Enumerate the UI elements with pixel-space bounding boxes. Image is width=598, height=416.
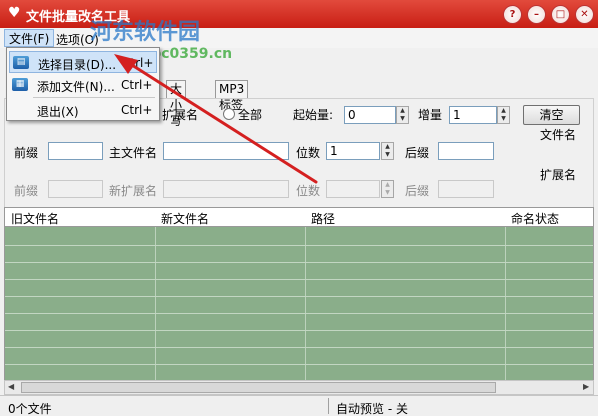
menu-item-select-directory[interactable]: ▤ 选择目录(D)... Ctrl+ [9, 51, 157, 73]
digits-spinner[interactable]: ▲ ▼ [381, 142, 394, 160]
suffix-input[interactable] [438, 142, 494, 160]
ext-suffix-input[interactable] [438, 180, 494, 198]
ext-digits-spinner[interactable]: ▲ ▼ [381, 180, 394, 198]
column-status[interactable]: 命名状态 [511, 210, 559, 227]
prefix-input[interactable] [48, 142, 103, 160]
watermark-brand: 河东软件园 [90, 20, 201, 45]
main-name-input[interactable] [163, 142, 289, 160]
ext-prefix-input[interactable] [48, 180, 103, 198]
app-heart-icon: ♥ [8, 5, 21, 21]
scrollbar-thumb[interactable] [21, 382, 496, 393]
scroll-left-icon[interactable]: ◀ [8, 382, 14, 391]
file-count: 0个文件 [8, 402, 52, 416]
tab-case[interactable]: 大小写 [166, 80, 187, 128]
minimize-button[interactable]: – [527, 5, 546, 24]
scroll-right-icon[interactable]: ▶ [583, 382, 589, 391]
menu-item-add-file[interactable]: ▦ 添加文件(N)... Ctrl+ [9, 74, 157, 96]
horizontal-scrollbar[interactable]: ◀ ▶ [4, 380, 594, 395]
digits-label: 位数 [296, 146, 321, 160]
ext-group-title: 扩展名 [540, 168, 577, 182]
file-menu-dropdown: ▤ 选择目录(D)... Ctrl+ ▦ 添加文件(N)... Ctrl+ 退出… [6, 47, 160, 121]
new-ext-label: 新扩展名 [109, 184, 158, 198]
column-old-name[interactable]: 旧文件名 [11, 210, 59, 227]
new-ext-input[interactable] [163, 180, 289, 198]
suffix-label: 后缀 [405, 146, 430, 160]
ext-digits-input[interactable] [326, 180, 380, 198]
file-list-table[interactable]: 旧文件名 新文件名 路径 命名状态 [4, 207, 594, 381]
close-button[interactable]: ✕ [575, 5, 594, 24]
digits-input[interactable]: 1 [326, 142, 380, 160]
filename-group-title: 文件名 [540, 128, 577, 142]
maximize-button[interactable]: □ [551, 5, 570, 24]
ext-digits-label: 位数 [296, 184, 321, 198]
table-header: 旧文件名 新文件名 路径 命名状态 [5, 208, 593, 227]
ext-prefix-label: 前缀 [14, 184, 39, 198]
column-path[interactable]: 路径 [311, 210, 335, 227]
menu-file[interactable]: 文件(F) [4, 29, 55, 47]
add-file-icon: ▦ [12, 78, 28, 91]
ext-suffix-label: 后缀 [405, 184, 430, 198]
main-name-label: 主文件名 [109, 146, 158, 160]
help-icon[interactable]: ? [503, 5, 522, 24]
auto-preview-status: 自动预览 - 关 [336, 402, 408, 416]
column-new-name[interactable]: 新文件名 [161, 210, 209, 227]
menu-item-exit[interactable]: 退出(X) Ctrl+ [9, 99, 157, 121]
folder-icon: ▤ [13, 56, 29, 69]
status-bar: 0个文件 自动预览 - 关 [0, 395, 598, 416]
prefix-label: 前缀 [14, 146, 39, 160]
tab-mp3-tags[interactable]: MP3标签 [215, 80, 249, 112]
